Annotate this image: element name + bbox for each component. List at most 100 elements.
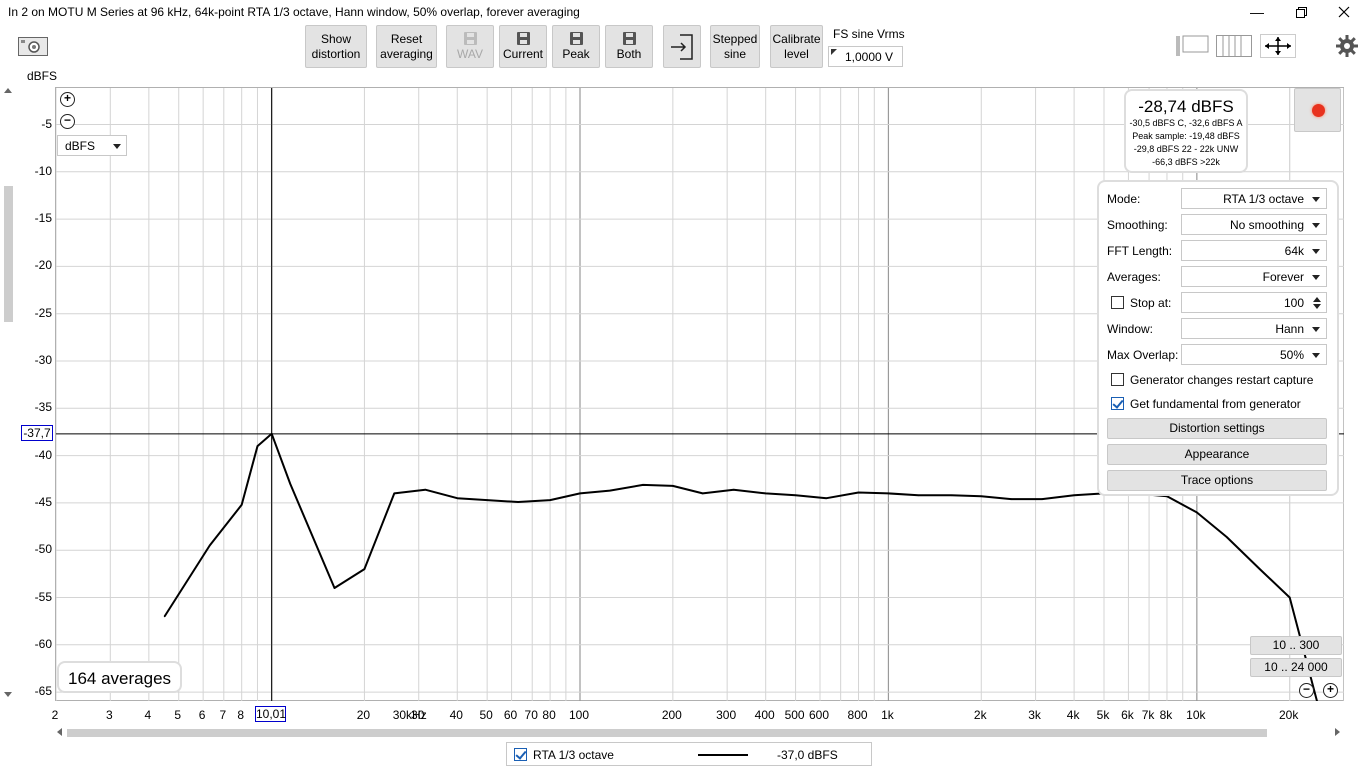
trace-point — [579, 492, 581, 495]
input-select-button[interactable] — [663, 25, 701, 68]
max-overlap-select[interactable]: 50% — [1181, 344, 1327, 365]
range-10-300-button[interactable]: 10 .. 300 — [1250, 636, 1342, 655]
cursor-x-readout: 10,01 — [255, 706, 287, 722]
get-fundamental-checkbox[interactable] — [1111, 397, 1124, 410]
generator-restart-label: Generator changes restart capture — [1130, 373, 1314, 387]
save-wav-button[interactable]: WAV — [446, 25, 494, 68]
stop-at-stepper[interactable]: 100 — [1181, 292, 1327, 313]
get-fundamental-label: Get fundamental from generator — [1130, 397, 1301, 411]
appearance-button[interactable]: Appearance — [1107, 444, 1327, 465]
zoom-out-icon[interactable]: − — [1299, 683, 1314, 698]
trace-point — [517, 501, 519, 503]
horizontal-scrollbar[interactable] — [55, 726, 1345, 738]
columns-icon — [1216, 35, 1252, 57]
x-tick-label: 3k — [1028, 708, 1041, 722]
trace-point — [424, 488, 427, 491]
trace-point — [549, 499, 551, 501]
mode-label: Mode: — [1107, 192, 1141, 206]
screenshot-button[interactable] — [18, 37, 48, 59]
restore-button[interactable] — [1278, 0, 1324, 24]
trace-point — [289, 483, 292, 485]
unit-select[interactable]: dBFS — [57, 135, 127, 156]
level-readout-box: -28,74 dBFS -30,5 dBFS C, -32,6 dBFS A P… — [1124, 89, 1248, 173]
scroll-left-icon[interactable] — [57, 728, 62, 736]
smoothing-select[interactable]: No smoothing — [1181, 214, 1327, 235]
calibrate-level-button[interactable]: Calibrate level — [770, 25, 823, 68]
window-select[interactable]: Hann — [1181, 318, 1327, 339]
layout-single-button[interactable] — [1175, 35, 1209, 60]
settings-button[interactable] — [1336, 35, 1358, 60]
x-tick-label: 70 — [524, 708, 538, 722]
x-tick-label: 7k — [1141, 708, 1155, 722]
reset-averaging-button[interactable]: Reset averaging — [376, 25, 437, 68]
x-tick-label: 10k — [1186, 708, 1206, 722]
trace-point — [456, 497, 459, 500]
close-button[interactable] — [1321, 0, 1366, 24]
fft-length-select[interactable]: 64k — [1181, 240, 1327, 261]
show-distortion-button[interactable]: Show distortion — [305, 25, 367, 68]
single-pane-icon — [1176, 35, 1209, 56]
trace-point — [270, 433, 273, 435]
scroll-right-icon[interactable] — [1335, 728, 1340, 736]
max-overlap-label: Max Overlap: — [1107, 348, 1179, 362]
trace-point — [1073, 494, 1075, 497]
x-tick-label: 7 — [219, 708, 227, 722]
save-current-button[interactable]: Current — [499, 25, 547, 68]
trace-point — [917, 494, 920, 497]
vertical-scrollbar[interactable] — [2, 86, 14, 698]
level-line: -66,3 dBFS >22k — [1152, 157, 1220, 167]
zoom-in-icon[interactable]: + — [60, 92, 75, 107]
save-both-button[interactable]: Both — [605, 25, 653, 68]
close-icon — [1338, 6, 1350, 18]
level-line: -29,8 dBFS 22 - 22k UNW — [1133, 144, 1239, 154]
trace-point — [163, 615, 166, 618]
x-tick-label: 80 — [542, 708, 556, 722]
trace-point — [1259, 568, 1261, 570]
x-tick-label: 50 — [479, 708, 493, 722]
trace-point — [208, 544, 211, 547]
range-10-24000-button[interactable]: 10 .. 24 000 — [1250, 658, 1342, 677]
chevron-down-icon — [1312, 223, 1320, 228]
stop-at-checkbox[interactable] — [1111, 296, 1124, 309]
layout-columns-button[interactable] — [1216, 35, 1252, 60]
stepped-sine-button[interactable]: Stepped sine — [710, 25, 760, 68]
generator-restart-checkbox[interactable] — [1111, 373, 1124, 386]
trace-point — [672, 485, 674, 487]
chevron-down-icon — [1312, 249, 1320, 254]
scroll-down-icon[interactable] — [4, 692, 12, 697]
record-button[interactable] — [1294, 88, 1341, 132]
enter-icon — [671, 33, 693, 60]
averages-select[interactable]: Forever — [1181, 266, 1327, 287]
spinner-icon — [1313, 297, 1321, 309]
x-tick-label: 5 — [174, 708, 182, 722]
x-tick-label: 8k — [1159, 708, 1173, 722]
trace-point — [333, 587, 336, 589]
zoom-in-icon[interactable]: + — [1323, 683, 1338, 698]
scroll-up-icon[interactable] — [4, 88, 12, 93]
restore-icon — [1295, 6, 1307, 18]
trace-point — [857, 491, 860, 494]
move-button[interactable] — [1260, 34, 1296, 61]
trace-point — [486, 499, 489, 501]
distortion-settings-button[interactable]: Distortion settings — [1107, 418, 1327, 439]
mode-select[interactable]: RTA 1/3 octave — [1181, 188, 1327, 209]
save-peak-button[interactable]: Peak — [552, 25, 600, 68]
trace-visible-checkbox[interactable] — [514, 748, 527, 761]
minimize-button[interactable]: — — [1234, 0, 1280, 24]
trace-point — [393, 492, 396, 495]
averages-count: 164 averages — [57, 661, 182, 693]
horizontal-scroll-thumb[interactable] — [67, 729, 1267, 737]
trace-legend[interactable]: RTA 1/3 octave -37,0 dBFS — [506, 742, 872, 766]
record-icon — [1312, 104, 1325, 117]
trace-point — [642, 484, 644, 486]
zoom-out-icon[interactable]: − — [60, 114, 75, 129]
trace-point — [256, 445, 259, 447]
x-tick-label: 20k — [1279, 708, 1299, 722]
fs-sine-input[interactable]: 1,0000 V — [828, 46, 903, 67]
chevron-down-icon — [113, 144, 121, 149]
trace-options-button[interactable]: Trace options — [1107, 470, 1327, 491]
vertical-scroll-thumb[interactable] — [4, 186, 13, 322]
trace-point — [950, 494, 953, 497]
level-line: -30,5 dBFS C, -32,6 dBFS A — [1129, 118, 1243, 128]
smoothing-label: Smoothing: — [1107, 218, 1168, 232]
